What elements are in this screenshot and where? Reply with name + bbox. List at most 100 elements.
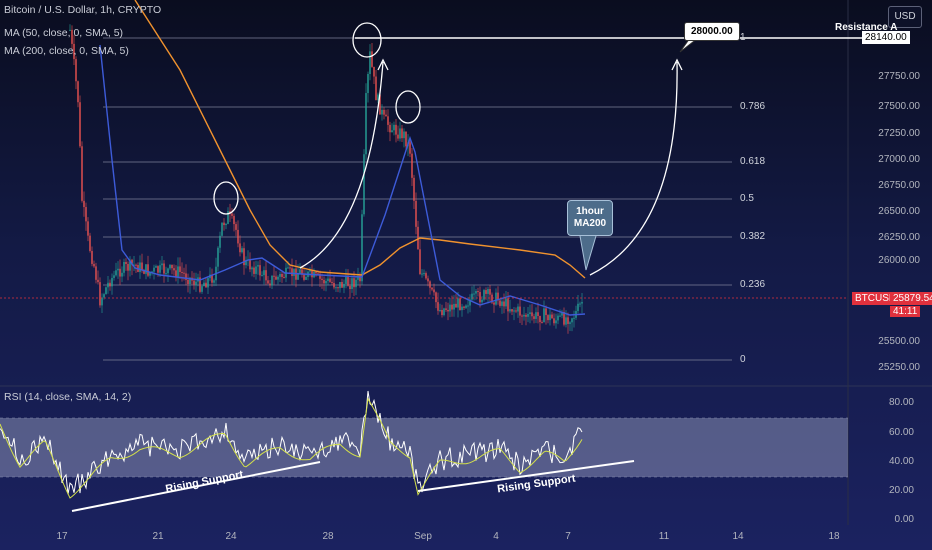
candle-body (533, 316, 535, 319)
candle-body (347, 276, 349, 286)
ma200-callout[interactable]: 1hour MA200 (567, 200, 613, 236)
candle-body (577, 303, 579, 312)
candle-body (339, 281, 341, 289)
candle-body (291, 268, 293, 276)
candle-body (579, 303, 581, 305)
candle-body (361, 214, 363, 282)
price-axis-label: 27000.00 (878, 154, 920, 165)
candle-body (251, 267, 253, 270)
candle-body (447, 309, 449, 312)
candle-body (537, 312, 539, 316)
candle-body (323, 279, 325, 284)
candle-body (377, 94, 379, 101)
candle-body (157, 266, 159, 273)
candle-body (253, 267, 255, 274)
candle-body (79, 102, 81, 147)
candle-body (223, 222, 225, 226)
price-axis-label: 26500.00 (878, 206, 920, 217)
candle-body (571, 318, 573, 323)
candle-body (299, 269, 301, 274)
candle-body (231, 213, 233, 216)
symbol-title[interactable]: Bitcoin / U.S. Dollar, 1h, CRYPTO (4, 4, 161, 16)
fib-retracement[interactable] (103, 37, 732, 361)
candle-body (487, 289, 489, 294)
candle-body (413, 177, 415, 201)
candle-body (165, 273, 167, 275)
candle-body (431, 287, 433, 290)
fib-level-label: 0.236 (740, 279, 766, 290)
candle-body (495, 292, 497, 305)
candle-body (235, 224, 237, 230)
candle-body (333, 282, 335, 288)
candle-body (255, 266, 257, 274)
candle-body (401, 128, 403, 139)
target-callout[interactable]: 28000.00 (684, 22, 740, 41)
candle-body (259, 265, 261, 276)
candle-body (97, 279, 99, 283)
candle-body (117, 268, 119, 271)
candle-body (445, 308, 447, 310)
candle-body (509, 309, 511, 312)
candle-body (221, 222, 223, 236)
curved-arrow-2 (589, 61, 678, 276)
candle-body (351, 278, 353, 290)
candle-body (207, 278, 209, 288)
candle-body (75, 59, 77, 82)
ma-callout-pointer (579, 235, 597, 271)
candle-body (77, 81, 79, 103)
candle-body (507, 298, 509, 312)
time-axis-label: 17 (56, 531, 68, 542)
candle-body (81, 146, 83, 201)
candle-body (525, 314, 527, 317)
rsi-legend[interactable]: RSI (14, close, SMA, 14, 2) (4, 391, 131, 403)
time-axis-label: 21 (152, 531, 164, 542)
candle-body (181, 271, 183, 273)
candle-body (415, 200, 417, 227)
candle-body (119, 268, 121, 277)
candle-body (455, 303, 457, 308)
price-axis-label: 27250.00 (878, 128, 920, 139)
candle-body (99, 282, 101, 306)
candle-body (127, 264, 129, 271)
candle-body (505, 298, 507, 307)
chart-canvas[interactable] (0, 0, 932, 550)
ma200-line[interactable] (134, 0, 586, 279)
candle-body (145, 264, 147, 274)
candle-body (365, 93, 367, 155)
candle-body (493, 302, 495, 305)
candle-body (265, 270, 267, 281)
candle-body (433, 289, 435, 293)
candle-body (353, 278, 355, 288)
candle-body (147, 264, 149, 276)
candle-body (521, 315, 523, 317)
candle-body (503, 301, 505, 307)
candle-body (451, 304, 453, 310)
candle-body (91, 250, 93, 264)
ma50-line[interactable] (99, 44, 586, 316)
ma-callout-line2: MA200 (573, 218, 607, 229)
candle-body (423, 273, 425, 275)
candle-body (327, 278, 329, 282)
rsi-axis-label: 60.00 (888, 427, 914, 438)
candle-body (387, 116, 389, 125)
time-axis-label: 4 (493, 531, 499, 542)
candle-body (543, 308, 545, 323)
candle-body (369, 51, 371, 74)
candle-body (293, 268, 295, 276)
candle-body (167, 268, 169, 274)
candle-body (335, 287, 337, 289)
candle-body (519, 306, 521, 316)
candle-body (389, 124, 391, 133)
candle-body (393, 124, 395, 131)
candle-body (471, 293, 473, 300)
ma50-legend[interactable]: MA (50, close, 0, SMA, 5) (4, 27, 123, 39)
candle-body (183, 272, 185, 274)
candle-body (555, 320, 557, 324)
candle-body (529, 312, 531, 315)
candle-body (195, 281, 197, 285)
ma200-legend[interactable]: MA (200, close, 0, SMA, 5) (4, 45, 129, 57)
current-price-tag: 25879.54 (890, 292, 932, 305)
time-axis-label: 18 (828, 531, 840, 542)
time-axis-label: 14 (732, 531, 744, 542)
fib-level-label: 0.786 (740, 101, 766, 112)
